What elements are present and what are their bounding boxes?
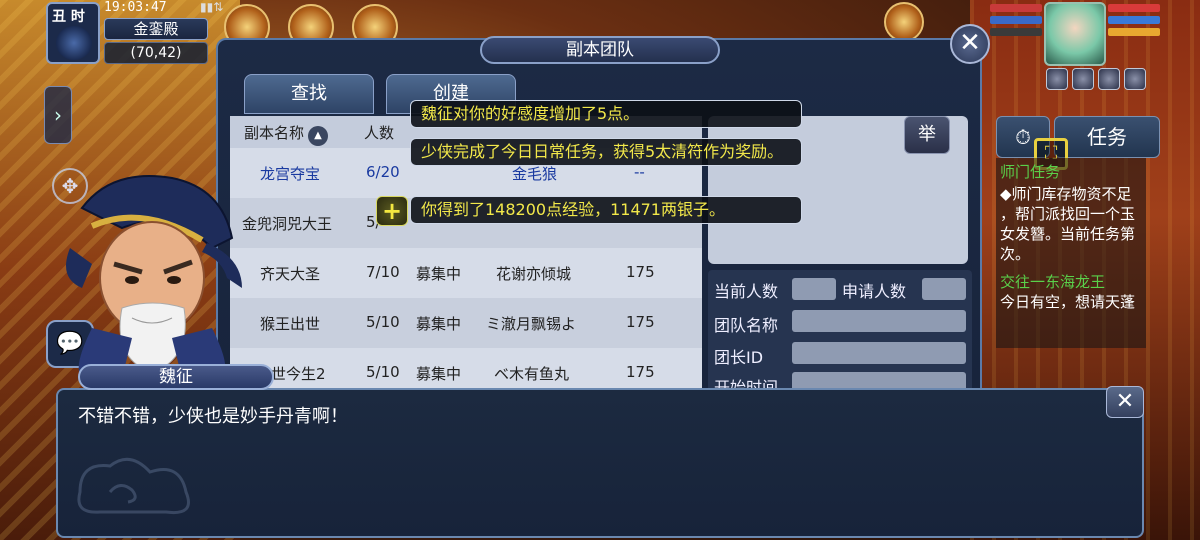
team-name-label: 团队名称: [714, 316, 779, 335]
tab-task[interactable]: 任务: [1054, 116, 1160, 158]
current-count-field: [792, 278, 836, 300]
notification-daily-task: 少侠完成了今日日常任务，获得5太清符作为奖励。: [410, 138, 802, 166]
row-name: 猴王出世: [260, 315, 321, 333]
leader-id-field: [792, 342, 966, 364]
player-bars: [1108, 2, 1160, 38]
team-info-panel: 当前人数 申请人数 团队名称 团长ID 开始时间: [708, 270, 972, 398]
table-row[interactable]: 猴王出世 5/10 募集中 ミ澈月飘锡よ 175: [230, 298, 702, 348]
plus-icon: +: [376, 196, 408, 226]
buff-icon[interactable]: [1124, 68, 1146, 90]
coords: (70,42): [104, 42, 208, 64]
emblem-icon: [56, 26, 92, 60]
apply-count-field: [922, 278, 966, 300]
row-name: 金兜洞兕大王: [242, 215, 333, 233]
mp-bar: [990, 16, 1042, 24]
exp-bar: [990, 28, 1042, 36]
clock: 19:03:47: [104, 0, 167, 15]
row-count: 5/10: [366, 363, 400, 381]
row-count: 6/20: [366, 163, 400, 181]
time-emblem[interactable]: 丑 时: [46, 2, 100, 64]
task-line: 今日有空，想请天蓬: [1000, 293, 1136, 311]
notification-reward: 你得到了148200点经验，11471两银子。: [410, 196, 802, 224]
row-count: 7/10: [366, 263, 400, 281]
npc-portrait: [66, 175, 242, 378]
chevron-right-icon[interactable]: ›: [44, 86, 72, 144]
leader-id-label: 团长ID: [714, 348, 764, 367]
row-leader: ベ木有鱼丸: [494, 365, 570, 383]
task-tracker[interactable]: 师门任务 ◆师门库存物资不足 ，帮门派找回一个玉 女发簪。当前任务第 次。 交往…: [996, 158, 1146, 348]
map-name[interactable]: 金銮殿: [104, 18, 208, 40]
sort-up-icon[interactable]: ▲: [308, 126, 329, 146]
header-dungeon-name[interactable]: 副本名称 ▲: [244, 122, 329, 146]
hp-bar: [990, 4, 1042, 12]
apply-count-label: 申请人数: [842, 282, 907, 301]
signal-icon: ▮▮⇅: [200, 0, 224, 14]
buff-icon[interactable]: [1046, 68, 1068, 90]
target-bars: [990, 2, 1042, 38]
close-dialog-button[interactable]: ✕: [1106, 386, 1144, 418]
team-name-field: [792, 310, 966, 332]
task-line: 次。: [1000, 245, 1031, 263]
panel-title: 副本团队: [480, 36, 720, 64]
speaker-name: 魏征: [78, 364, 274, 390]
row-status: 募集中: [416, 365, 462, 383]
task-line: ◆师门库存物资不足: [1000, 185, 1132, 203]
row-level: 175: [626, 313, 655, 331]
table-row[interactable]: 齐天大圣 7/10 募集中 花谢亦倾城 175: [230, 248, 702, 298]
report-button[interactable]: 举: [904, 116, 950, 154]
mp-bar: [1108, 16, 1160, 24]
task-title[interactable]: 交往一东海龙王: [1000, 272, 1105, 292]
tab-search[interactable]: 查找: [244, 74, 374, 114]
task-line: ，帮门派找回一个玉: [1000, 205, 1136, 223]
shichen-label: 丑 时: [52, 9, 85, 25]
row-count: 5/10: [366, 313, 400, 331]
row-name: 龙宫夺宝: [260, 165, 321, 183]
hp-bar: [1108, 4, 1160, 12]
buff-icon[interactable]: [1072, 68, 1094, 90]
row-leader: 金毛狼: [512, 165, 558, 183]
notification-favor: 魏征对你的好感度增加了5点。: [410, 100, 802, 128]
pet-icon[interactable]: [884, 2, 924, 42]
row-status: 募集中: [416, 315, 462, 333]
row-leader: ミ澈月飘锡よ: [486, 315, 577, 333]
current-count-label: 当前人数: [714, 282, 779, 301]
header-count[interactable]: 人数: [364, 122, 394, 143]
row-leader: 花谢亦倾城: [496, 265, 572, 283]
row-level: 175: [626, 363, 655, 381]
close-panel-button[interactable]: ✕: [950, 24, 990, 64]
task-line: 女发簪。当前任务第: [1000, 225, 1136, 243]
task-title[interactable]: 师门任务: [1000, 162, 1060, 182]
buff-icon[interactable]: [1098, 68, 1120, 90]
row-level: 175: [626, 263, 655, 281]
dialog-text: 不错不错，少侠也是妙手丹青啊！: [78, 406, 348, 427]
row-status: 募集中: [416, 265, 462, 283]
anger-bar: [1108, 28, 1160, 36]
row-name: 齐天大圣: [260, 265, 321, 283]
player-avatar[interactable]: [1044, 2, 1106, 66]
cloud-ornament: [77, 457, 190, 515]
